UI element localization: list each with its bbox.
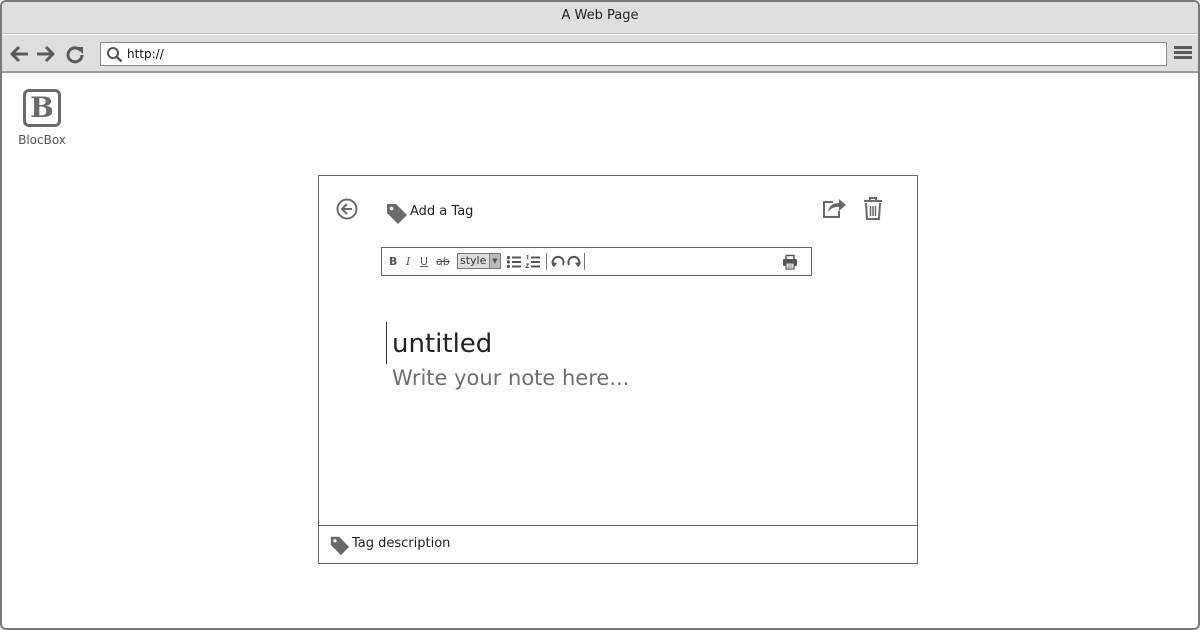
italic-button[interactable]: I — [406, 254, 410, 270]
bullet-list-icon[interactable] — [506, 254, 522, 270]
underline-button[interactable]: U — [420, 254, 428, 270]
back-circle-icon[interactable] — [335, 197, 359, 221]
redo-icon[interactable] — [566, 254, 582, 270]
note-editor-card: Add a Tag B I U ab style ▼ untitled Writ… — [318, 175, 918, 564]
url-input[interactable] — [127, 44, 1157, 64]
numbered-list-icon[interactable] — [525, 254, 541, 270]
tag-icon — [387, 204, 407, 224]
text-cursor — [386, 322, 387, 364]
add-tag-label: Add a Tag — [410, 204, 474, 219]
formatting-toolbar: B I U ab style ▼ — [381, 247, 812, 276]
window-title: A Web Page — [561, 8, 639, 23]
address-bar[interactable] — [100, 42, 1167, 66]
blocbox-logo[interactable]: B — [23, 89, 61, 127]
print-icon[interactable] — [782, 254, 798, 270]
note-body-field[interactable]: Write your note here... — [392, 366, 629, 390]
trash-icon[interactable] — [862, 196, 884, 220]
tag-description[interactable]: Tag description — [352, 536, 450, 551]
reload-icon[interactable] — [65, 44, 85, 64]
dropdown-arrow-icon: ▼ — [489, 254, 500, 268]
forward-arrow-icon[interactable] — [35, 44, 55, 64]
share-icon[interactable] — [821, 196, 847, 220]
hamburger-menu-icon[interactable] — [1173, 44, 1193, 64]
search-icon — [107, 47, 123, 63]
app-name: BlocBox — [18, 133, 66, 147]
note-title-field[interactable]: untitled — [392, 329, 492, 359]
window-titlebar: A Web Page — [2, 2, 1198, 34]
back-arrow-icon[interactable] — [10, 44, 30, 64]
toolbar-divider — [546, 253, 547, 270]
style-select-value: style — [460, 254, 487, 267]
style-select[interactable]: style ▼ — [457, 253, 501, 269]
tag-icon — [330, 536, 350, 556]
bold-button[interactable]: B — [389, 254, 397, 270]
note-footer: Tag description — [319, 525, 917, 563]
strikethrough-button[interactable]: ab — [436, 254, 450, 270]
browser-window: A Web Page B BlocBox Add a Tag — [0, 0, 1200, 630]
browser-navbar — [2, 35, 1198, 73]
undo-icon[interactable] — [550, 254, 566, 270]
toolbar-divider — [584, 253, 585, 270]
